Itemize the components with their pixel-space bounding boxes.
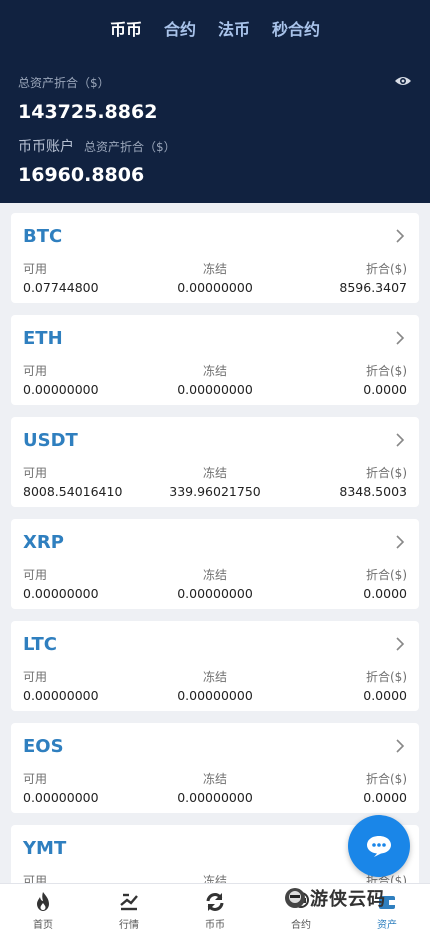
asset-card-usdt[interactable]: USDT 可用 冻结 折合($) 8008.54016410 339.96021… [11, 417, 419, 507]
converted-label: 折合($) [366, 772, 407, 786]
tabbar-label: 币币 [205, 920, 225, 931]
account-row: 币币账户 总资产折合（$） [18, 136, 176, 156]
chevron-right-icon [396, 433, 405, 447]
account-value: 16960.8806 [18, 164, 145, 186]
asset-card-ltc[interactable]: LTC 可用 冻结 折合($) 0.00000000 0.00000000 0.… [11, 621, 419, 711]
asset-card-eth[interactable]: ETH 可用 冻结 折合($) 0.00000000 0.00000000 0.… [11, 315, 419, 405]
tabbar-item-home[interactable]: 首页 [0, 884, 86, 932]
coin-name: XRP [23, 532, 64, 553]
tabbar-label: 资产 [377, 920, 397, 931]
tab-fiat[interactable]: 法币 [218, 16, 250, 40]
chat-button[interactable] [348, 815, 410, 877]
chevron-right-icon [396, 331, 405, 345]
converted-value: 8348.5003 [339, 484, 407, 499]
coin-name: ETH [23, 328, 63, 349]
frozen-value: 0.00000000 [177, 586, 253, 601]
converted-label: 折合($) [366, 262, 407, 276]
frozen-label: 冻结 [202, 466, 227, 480]
converted-value: 8596.3407 [339, 280, 407, 295]
assets-header: 币币 合约 法币 秒合约 总资产折合（$） 143725.8862 币币账户 总… [0, 0, 430, 203]
account-name: 币币账户 [18, 139, 74, 155]
frozen-label: 冻结 [202, 262, 227, 276]
chevron-right-icon [396, 637, 405, 651]
mascot-logo-icon [285, 888, 305, 908]
coin-name: YMT [23, 838, 67, 859]
converted-label: 折合($) [366, 670, 407, 684]
converted-value: 0.0000 [363, 688, 407, 703]
converted-value: 0.0000 [363, 586, 407, 601]
tabbar-label: 首页 [33, 920, 53, 931]
chart-icon [120, 893, 138, 911]
fire-icon [37, 892, 49, 911]
chevron-right-icon [396, 535, 405, 549]
converted-value: 0.0000 [363, 382, 407, 397]
asset-card-eos[interactable]: EOS 可用 冻结 折合($) 0.00000000 0.00000000 0.… [11, 723, 419, 813]
frozen-value: 0.00000000 [177, 688, 253, 703]
tabbar-label: 合约 [291, 920, 311, 931]
converted-value: 0.0000 [363, 790, 407, 805]
eye-icon[interactable] [394, 74, 412, 88]
total-assets-value: 143725.8862 [18, 101, 158, 123]
chevron-right-icon [396, 229, 405, 243]
top-tabs: 币币 合约 法币 秒合约 [0, 16, 430, 40]
frozen-value: 0.00000000 [177, 790, 253, 805]
tab-contract[interactable]: 合约 [164, 16, 196, 40]
converted-label: 折合($) [366, 568, 407, 582]
coin-name: LTC [23, 634, 57, 655]
chat-bubble-icon [367, 836, 391, 857]
tab-second-contract[interactable]: 秒合约 [272, 16, 320, 40]
asset-card-btc[interactable]: BTC 可用 冻结 折合($) 0.07744800 0.00000000 85… [11, 213, 419, 303]
exchange-icon [206, 893, 224, 911]
tabbar-label: 行情 [119, 920, 139, 931]
converted-label: 折合($) [366, 466, 407, 480]
tab-spot[interactable]: 币币 [110, 16, 142, 40]
asset-card-xrp[interactable]: XRP 可用 冻结 折合($) 0.00000000 0.00000000 0.… [11, 519, 419, 609]
tabbar-item-spot[interactable]: 币币 [172, 884, 258, 932]
account-sub-label: 总资产折合（$） [84, 140, 176, 154]
coin-name: EOS [23, 736, 64, 757]
watermark: 游侠云码 [283, 884, 413, 912]
tabbar-item-market[interactable]: 行情 [86, 884, 172, 932]
watermark-text: 游侠云码 [310, 889, 386, 910]
converted-label: 折合($) [366, 364, 407, 378]
coin-name: BTC [23, 226, 63, 247]
frozen-label: 冻结 [202, 364, 227, 378]
frozen-label: 冻结 [202, 772, 227, 786]
frozen-label: 冻结 [202, 568, 227, 582]
total-assets-label: 总资产折合（$） [18, 76, 110, 90]
frozen-label: 冻结 [202, 670, 227, 684]
frozen-value: 0.00000000 [177, 382, 253, 397]
chevron-right-icon [396, 739, 405, 753]
coin-name: USDT [23, 430, 78, 451]
